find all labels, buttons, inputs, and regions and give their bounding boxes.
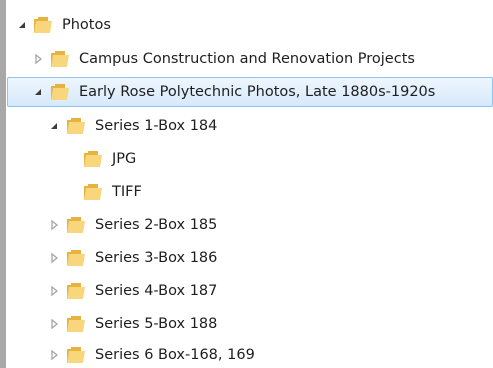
tree-item-label: Series 1-Box 184 [95, 118, 218, 134]
folder-icon [67, 217, 85, 233]
folder-icon [67, 118, 85, 134]
tree-item-label: Series 6 Box-168, 169 [95, 347, 255, 363]
tree-item-label: Series 2-Box 185 [95, 217, 218, 233]
tree-item-series-5-box-188[interactable]: Series 5-Box 188 [7, 309, 493, 339]
folder-icon [67, 250, 85, 266]
tree-item-series-1-box-184[interactable]: Series 1-Box 184 [7, 111, 493, 141]
collapsed-arrow-icon[interactable] [32, 53, 44, 65]
tree-item-series-4-box-187[interactable]: Series 4-Box 187 [7, 276, 493, 306]
tree-item-label: Campus Construction and Renovation Proje… [79, 51, 415, 67]
tree-item-label: Series 3-Box 186 [95, 250, 218, 266]
collapsed-arrow-icon[interactable] [48, 219, 60, 231]
folder-icon [51, 51, 69, 67]
folder-icon [84, 184, 102, 200]
folder-tree: Photos Campus Construction and Renovatio… [0, 0, 493, 368]
expanded-arrow-icon[interactable] [32, 86, 44, 98]
tree-left-border [0, 0, 6, 368]
folder-icon [67, 347, 85, 363]
folder-icon [67, 283, 85, 299]
tree-item-label: Photos [62, 17, 111, 33]
collapsed-arrow-icon[interactable] [48, 252, 60, 264]
folder-icon [67, 316, 85, 332]
tree-item-photos[interactable]: Photos [7, 10, 493, 40]
tree-item-campus-construction[interactable]: Campus Construction and Renovation Proje… [7, 44, 493, 74]
tree-item-tiff[interactable]: TIFF [7, 177, 493, 207]
collapsed-arrow-icon[interactable] [48, 349, 60, 361]
tree-item-label: Early Rose Polytechnic Photos, Late 1880… [79, 84, 436, 100]
tree-item-label: Series 4-Box 187 [95, 283, 218, 299]
folder-icon [84, 151, 102, 167]
tree-item-label: Series 5-Box 188 [95, 316, 218, 332]
tree-item-series-3-box-186[interactable]: Series 3-Box 186 [7, 243, 493, 273]
collapsed-arrow-icon[interactable] [48, 285, 60, 297]
tree-item-series-2-box-185[interactable]: Series 2-Box 185 [7, 210, 493, 240]
folder-icon [34, 17, 52, 33]
collapsed-arrow-icon[interactable] [48, 318, 60, 330]
tree-item-early-rose-polytechnic[interactable]: Early Rose Polytechnic Photos, Late 1880… [7, 77, 493, 107]
tree-item-label: TIFF [112, 184, 142, 200]
expanded-arrow-icon[interactable] [48, 120, 60, 132]
tree-item-label: JPG [112, 151, 137, 167]
expanded-arrow-icon[interactable] [16, 19, 28, 31]
folder-icon [51, 84, 69, 100]
tree-item-series-6-box-168-169[interactable]: Series 6 Box-168, 169 [7, 340, 493, 368]
tree-item-jpg[interactable]: JPG [7, 144, 493, 174]
